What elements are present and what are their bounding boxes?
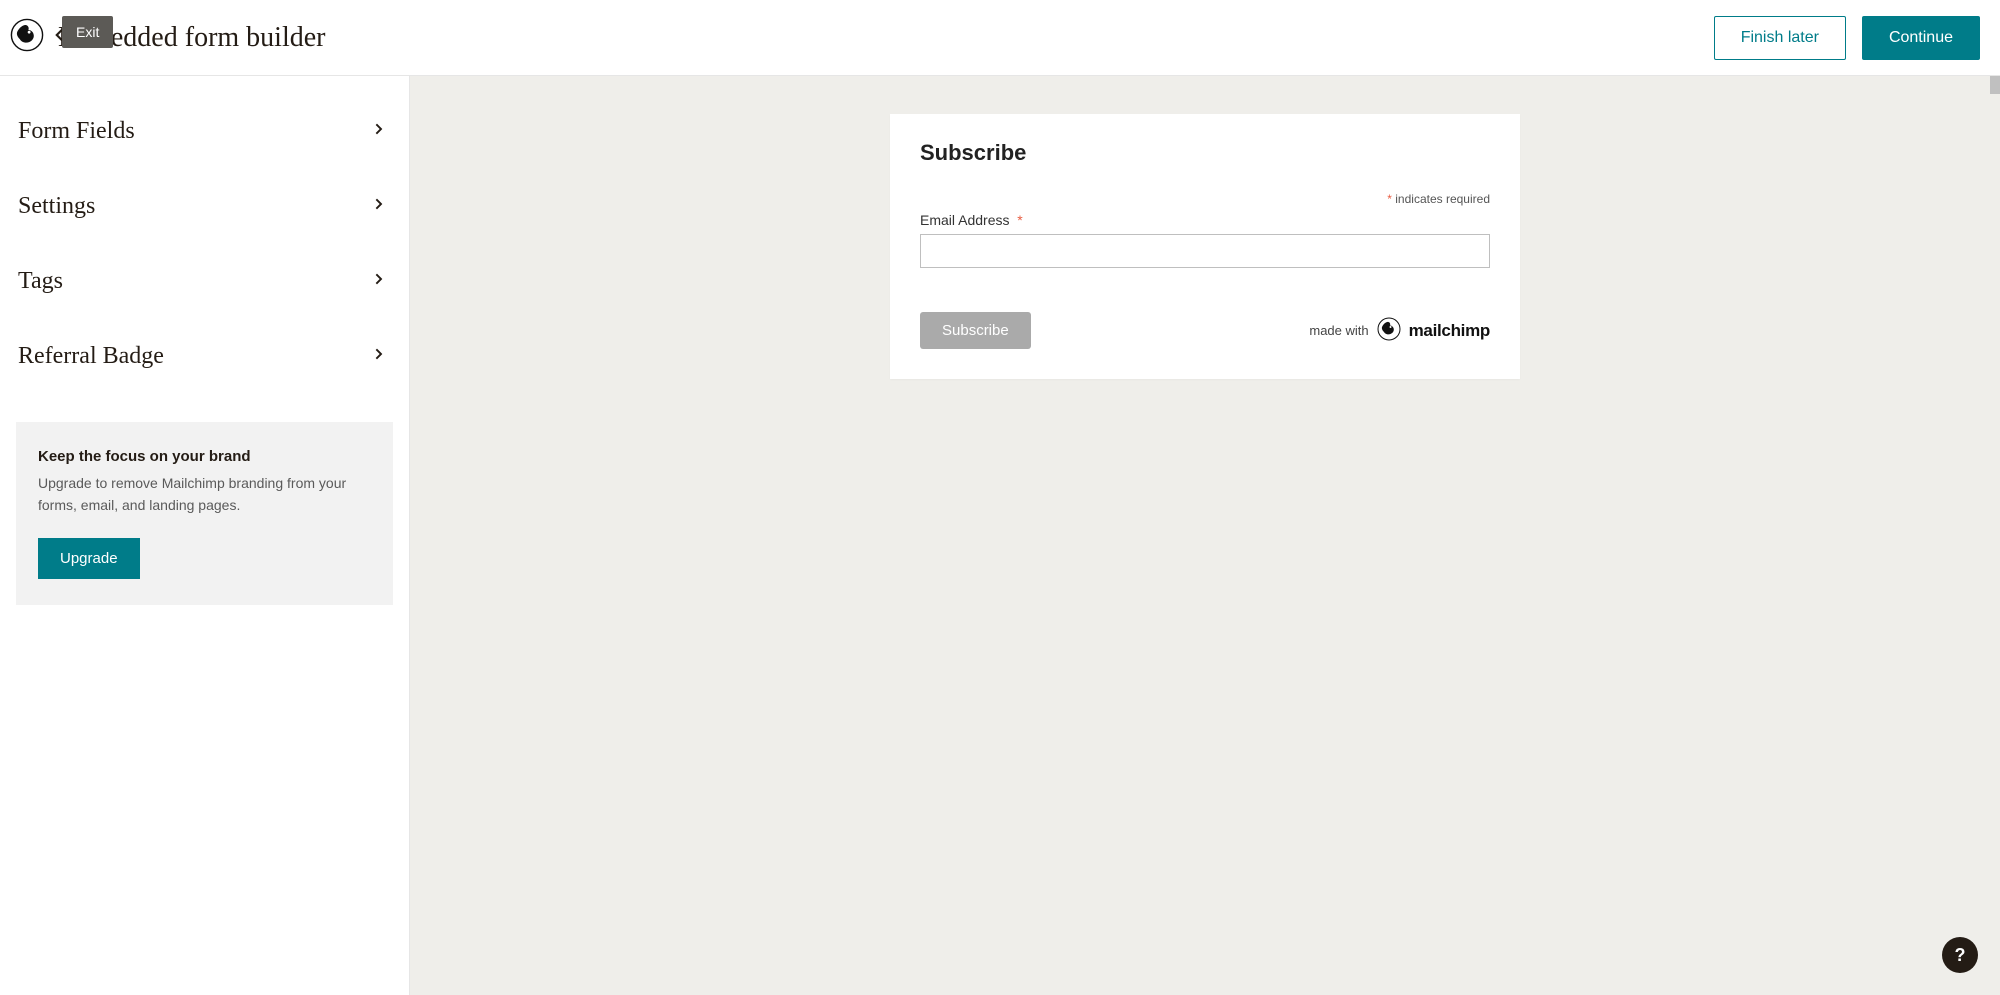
chevron-right-icon [371, 121, 387, 142]
finish-later-button[interactable]: Finish later [1714, 16, 1846, 60]
chevron-right-icon [371, 196, 387, 217]
sidebar: Form Fields Settings Tags Referral Badge… [0, 76, 410, 995]
sidebar-item-label: Form Fields [18, 118, 135, 145]
sidebar-item-tags[interactable]: Tags [16, 244, 393, 319]
asterisk-icon: * [1387, 192, 1392, 206]
asterisk-icon: * [1017, 212, 1022, 228]
promo-title: Keep the focus on your brand [38, 448, 371, 465]
header-actions: Finish later Continue [1714, 16, 1980, 60]
sidebar-item-form-fields[interactable]: Form Fields [16, 94, 393, 169]
question-mark-icon: ? [1955, 945, 1966, 966]
chevron-right-icon [371, 271, 387, 292]
sidebar-item-label: Tags [18, 268, 63, 295]
promo-body: Upgrade to remove Mailchimp branding fro… [38, 473, 371, 516]
sidebar-item-label: Settings [18, 193, 95, 220]
made-with-badge[interactable]: made with mailchimp [1309, 317, 1490, 344]
email-input[interactable] [920, 234, 1490, 268]
exit-label: Exit [76, 24, 99, 40]
mailchimp-logo-icon [1377, 317, 1401, 344]
sidebar-item-label: Referral Badge [18, 343, 164, 370]
upgrade-promo: Keep the focus on your brand Upgrade to … [16, 422, 393, 605]
main-layout: Form Fields Settings Tags Referral Badge… [0, 76, 2000, 995]
required-indicator-note: * indicates required [920, 192, 1490, 206]
scrollbar-indicator[interactable] [1990, 76, 2000, 94]
sidebar-item-referral-badge[interactable]: Referral Badge [16, 319, 393, 394]
sidebar-item-settings[interactable]: Settings [16, 169, 393, 244]
help-button[interactable]: ? [1942, 937, 1978, 973]
exit-tooltip[interactable]: Exit [62, 16, 113, 48]
subscribe-form-card: Subscribe * indicates required Email Add… [890, 114, 1520, 379]
app-header: Exit Embedded form builder Finish later … [0, 0, 2000, 76]
made-with-text: made with [1309, 323, 1368, 338]
continue-button[interactable]: Continue [1862, 16, 1980, 60]
chevron-right-icon [371, 346, 387, 367]
email-label-text: Email Address [920, 212, 1009, 228]
preview-canvas: Subscribe * indicates required Email Add… [410, 76, 2000, 995]
subscribe-button[interactable]: Subscribe [920, 312, 1031, 349]
email-label: Email Address * [920, 212, 1490, 228]
mailchimp-logo-icon[interactable] [10, 18, 44, 57]
required-note-text: indicates required [1395, 192, 1490, 206]
mailchimp-wordmark: mailchimp [1409, 321, 1490, 341]
form-footer: Subscribe made with mailchimp [920, 312, 1490, 349]
form-heading: Subscribe [920, 140, 1490, 166]
upgrade-button[interactable]: Upgrade [38, 538, 140, 579]
